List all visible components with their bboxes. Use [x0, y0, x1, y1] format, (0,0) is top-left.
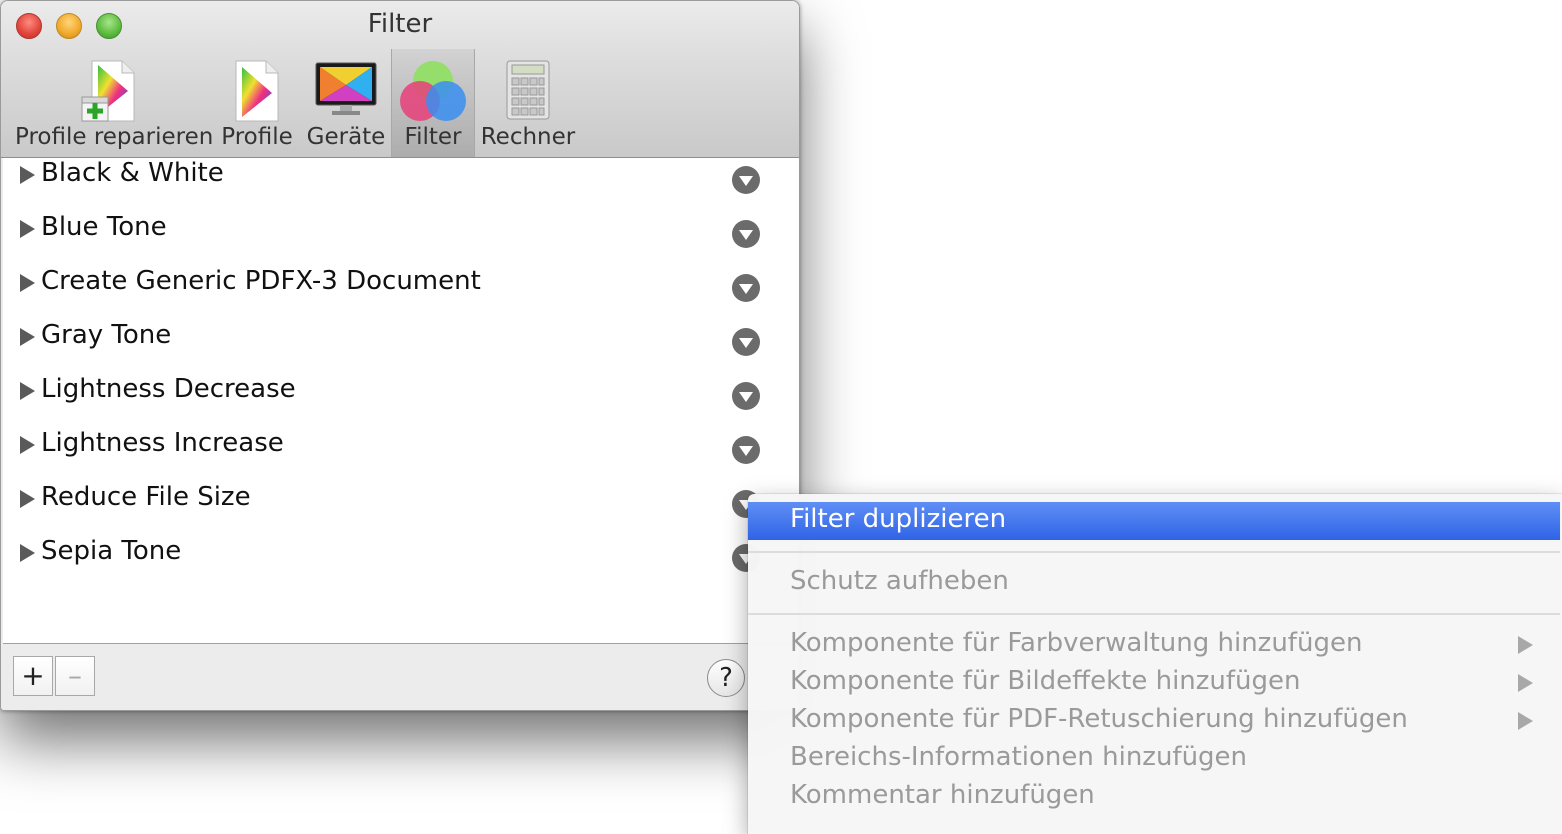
toolbar-item-geraete[interactable]: Geräte — [303, 49, 389, 157]
menu-item-label: Filter duplizieren — [790, 504, 1007, 534]
display-icon — [314, 59, 378, 123]
toolbar-label: Geräte — [306, 124, 386, 150]
action-menu-icon[interactable] — [732, 382, 760, 410]
filter-name: Gray Tone — [41, 320, 172, 350]
calculator-icon — [505, 59, 551, 125]
toolbar-item-filter[interactable]: Filter — [391, 49, 475, 157]
menu-item-filter-duplizieren[interactable]: Filter duplizieren — [748, 502, 1560, 540]
filter-icon — [400, 59, 466, 127]
menu-item-komponente-farbverwaltung[interactable]: Komponente für Farbverwaltung hinzufügen — [748, 626, 1560, 664]
filter-name: Reduce File Size — [41, 482, 251, 512]
menu-separator — [748, 613, 1560, 615]
disclosure-triangle-icon[interactable] — [20, 328, 35, 346]
filter-row-lightness-decrease[interactable]: Lightness Decrease — [3, 374, 799, 428]
submenu-arrow-icon — [1518, 636, 1533, 654]
titlebar-toolbar: Filter Profile reparieren Profile Geräte… — [1, 1, 799, 158]
toolbar-item-profile[interactable]: Profile — [213, 49, 301, 157]
menu-item-label: Schutz aufheben — [790, 566, 1009, 596]
repair-profile-icon — [80, 59, 142, 127]
menu-item-label: Komponente für Farbverwaltung hinzufügen — [790, 628, 1363, 658]
filter-row-black-white[interactable]: Black & White — [3, 158, 799, 212]
help-button[interactable]: ? — [707, 659, 745, 697]
toolbar-label: Rechner — [480, 124, 576, 150]
menu-item-label: Komponente für PDF-Retuschierung hinzufü… — [790, 704, 1408, 734]
toolbar-label: Profile reparieren — [15, 124, 214, 150]
action-menu-icon[interactable] — [732, 328, 760, 356]
window-title: Filter — [367, 9, 433, 39]
filter-name: Sepia Tone — [41, 536, 182, 566]
filter-row-reduce-file-size[interactable]: Reduce File Size — [3, 482, 799, 536]
disclosure-triangle-icon[interactable] — [20, 436, 35, 454]
toolbar-item-rechner[interactable]: Rechner — [477, 49, 579, 157]
action-menu-icon[interactable] — [732, 220, 760, 248]
profile-icon — [232, 59, 282, 127]
bottom-bar: + – ? — [1, 644, 799, 710]
toolbar-label: Filter — [404, 124, 462, 150]
toolbar-label: Profile — [221, 124, 293, 150]
action-menu-icon[interactable] — [732, 274, 760, 302]
filter-name: Lightness Decrease — [41, 374, 296, 404]
add-filter-button[interactable]: + — [13, 656, 53, 696]
filter-row-blue-tone[interactable]: Blue Tone — [3, 212, 799, 266]
menu-item-komponente-pdf-retuschierung[interactable]: Komponente für PDF-Retuschierung hinzufü… — [748, 702, 1560, 740]
filter-row-sepia-tone[interactable]: Sepia Tone — [3, 536, 799, 590]
menu-item-label: Kommentar hinzufügen — [790, 780, 1095, 810]
disclosure-triangle-icon[interactable] — [20, 544, 35, 562]
disclosure-triangle-icon[interactable] — [20, 220, 35, 238]
filter-name: Black & White — [41, 158, 224, 188]
filter-name: Create Generic PDFX-3 Document — [41, 266, 481, 296]
disclosure-triangle-icon[interactable] — [20, 274, 35, 292]
remove-filter-button[interactable]: – — [55, 656, 95, 696]
filter-row-lightness-increase[interactable]: Lightness Increase — [3, 428, 799, 482]
disclosure-triangle-icon[interactable] — [20, 490, 35, 508]
menu-item-schutz-aufheben[interactable]: Schutz aufheben — [748, 564, 1560, 602]
filter-row-create-generic-pdfx3[interactable]: Create Generic PDFX-3 Document — [3, 266, 799, 320]
disclosure-triangle-icon[interactable] — [20, 382, 35, 400]
toolbar-item-profile-reparieren[interactable]: Profile reparieren — [15, 49, 214, 157]
action-menu-icon[interactable] — [732, 166, 760, 194]
menu-item-komponente-bildeffekte[interactable]: Komponente für Bildeffekte hinzufügen — [748, 664, 1560, 702]
context-menu: Filter duplizieren Schutz aufheben Kompo… — [748, 494, 1562, 834]
submenu-arrow-icon — [1518, 674, 1533, 692]
menu-item-label: Komponente für Bildeffekte hinzufügen — [790, 666, 1301, 696]
filter-window: Filter Profile reparieren Profile Geräte… — [0, 0, 800, 711]
submenu-arrow-icon — [1518, 712, 1533, 730]
filter-name: Lightness Increase — [41, 428, 284, 458]
disclosure-triangle-icon[interactable] — [20, 166, 35, 184]
menu-item-kommentar-hinzufuegen[interactable]: Kommentar hinzufügen — [748, 778, 1560, 816]
menu-item-bereichs-informationen[interactable]: Bereichs-Informationen hinzufügen — [748, 740, 1560, 778]
action-menu-icon[interactable] — [732, 436, 760, 464]
filter-name: Blue Tone — [41, 212, 167, 242]
filter-list: Black & White Blue Tone Create Generic P… — [3, 158, 799, 644]
menu-item-label: Bereichs-Informationen hinzufügen — [790, 742, 1248, 772]
menu-separator — [748, 551, 1560, 553]
filter-row-gray-tone[interactable]: Gray Tone — [3, 320, 799, 374]
